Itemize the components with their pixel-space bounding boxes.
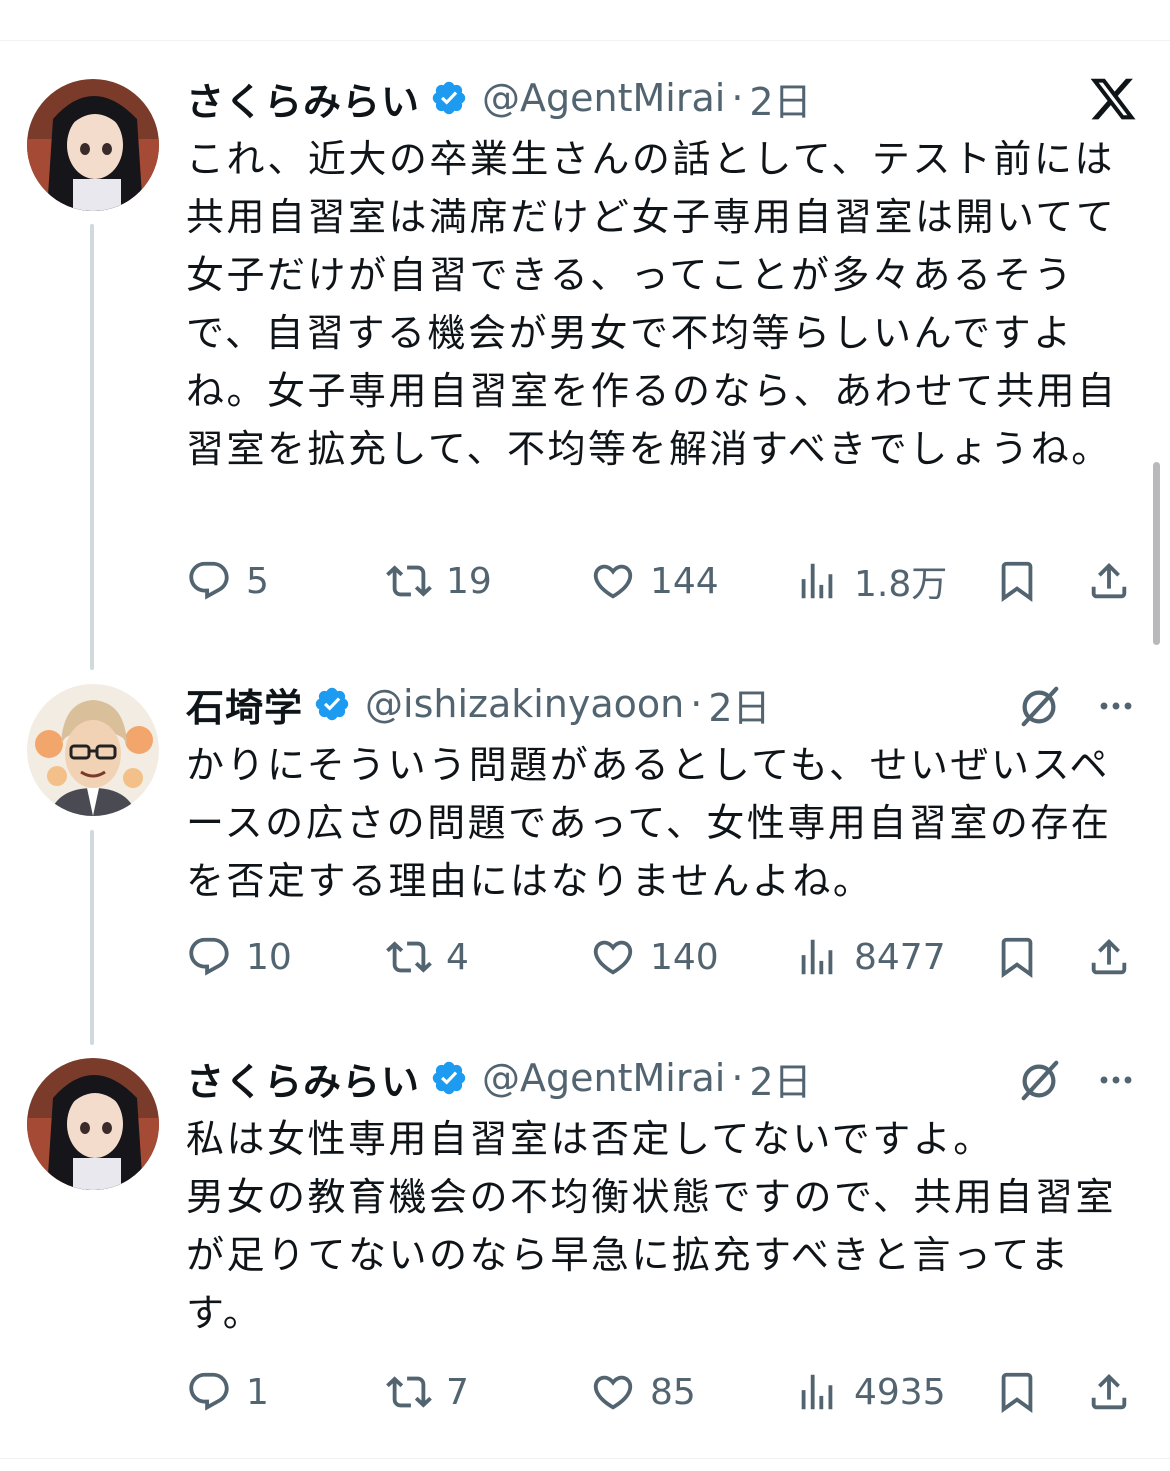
views-icon bbox=[801, 563, 833, 599]
timestamp[interactable]: 2日 bbox=[749, 1051, 811, 1106]
reply-button[interactable]: 1 bbox=[186, 1364, 269, 1420]
tweet-header: 石埼学 @ishizakinyaoon · 2日 bbox=[186, 674, 771, 734]
thread-line bbox=[90, 224, 94, 670]
more-icon[interactable] bbox=[1094, 688, 1138, 724]
retweet-icon bbox=[386, 1376, 432, 1408]
retweet-count: 7 bbox=[446, 1371, 469, 1413]
reply-count: 10 bbox=[246, 936, 292, 978]
views-count: 1.8万 bbox=[854, 564, 948, 605]
reply-count: 1 bbox=[246, 1371, 269, 1413]
thread-line bbox=[90, 830, 94, 1045]
tweet-header: さくらみらい @AgentMirai · 2日 bbox=[186, 68, 812, 128]
action-bar: 10 4 140 8477 bbox=[186, 929, 1136, 985]
bottom-divider bbox=[0, 1458, 1170, 1459]
retweet-button[interactable]: 4 bbox=[386, 929, 469, 985]
x-logo-icon bbox=[1090, 78, 1136, 120]
handle[interactable]: @AgentMirai bbox=[482, 1056, 725, 1100]
reply-icon bbox=[189, 1372, 229, 1411]
like-button[interactable]: 85 bbox=[590, 1364, 696, 1420]
scrollbar[interactable] bbox=[1153, 462, 1160, 645]
bookmark-icon bbox=[1001, 937, 1033, 978]
avatar[interactable] bbox=[27, 684, 159, 816]
tweet-text: これ、近大の卒業生さんの話として、テスト前には共用自習室は満席だけど女子専用自習… bbox=[186, 137, 1118, 471]
share-button[interactable] bbox=[1086, 929, 1132, 985]
action-bar: 1 7 85 4935 bbox=[186, 1364, 1136, 1420]
bookmark-button[interactable] bbox=[994, 553, 1040, 609]
avatar[interactable] bbox=[27, 79, 159, 211]
tweet-text: かりにそういう問題があるとしても、せいぜいスペースの広さの問題であって、女性専用… bbox=[186, 743, 1112, 903]
more-icon[interactable] bbox=[1094, 1062, 1138, 1098]
like-count: 140 bbox=[650, 936, 719, 978]
reply-icon bbox=[189, 561, 229, 600]
display-name[interactable]: さくらみらい bbox=[186, 1051, 420, 1106]
like-button[interactable]: 140 bbox=[590, 929, 719, 985]
retweet-button[interactable]: 19 bbox=[386, 553, 492, 609]
action-bar: 5 19 144 1.8万 bbox=[186, 553, 1136, 609]
grok-icon[interactable] bbox=[1016, 684, 1062, 730]
separator: · bbox=[731, 1056, 744, 1100]
tweet-header: さくらみらい @AgentMirai · 2日 bbox=[186, 1048, 812, 1108]
retweet-button[interactable]: 7 bbox=[386, 1364, 469, 1420]
views-button[interactable]: 1.8万 bbox=[794, 553, 947, 609]
reply-count: 5 bbox=[246, 560, 269, 602]
verified-badge-icon bbox=[432, 81, 466, 115]
bookmark-button[interactable] bbox=[994, 929, 1040, 985]
grok-icon[interactable] bbox=[1016, 1058, 1062, 1104]
avatar[interactable] bbox=[27, 1058, 159, 1190]
bookmark-icon bbox=[1001, 561, 1033, 602]
bookmark-icon bbox=[1001, 1372, 1033, 1413]
share-button[interactable] bbox=[1086, 553, 1132, 609]
reply-icon bbox=[189, 937, 229, 976]
retweet-count: 4 bbox=[446, 936, 469, 978]
reply-button[interactable]: 5 bbox=[186, 553, 269, 609]
handle[interactable]: @ishizakinyaoon bbox=[365, 682, 684, 726]
views-count: 8477 bbox=[854, 936, 946, 978]
views-count: 4935 bbox=[854, 1371, 946, 1413]
timestamp[interactable]: 2日 bbox=[708, 677, 770, 732]
display-name[interactable]: 石埼学 bbox=[186, 677, 303, 732]
verified-badge-icon bbox=[315, 687, 349, 721]
views-button[interactable]: 4935 bbox=[794, 1364, 946, 1420]
separator: · bbox=[731, 76, 744, 120]
retweet-icon bbox=[386, 565, 432, 597]
top-divider bbox=[0, 40, 1170, 41]
separator: · bbox=[690, 682, 703, 726]
views-icon bbox=[801, 939, 833, 975]
verified-badge-icon bbox=[432, 1061, 466, 1095]
like-count: 85 bbox=[650, 1371, 696, 1413]
tweet-text: 私は女性専用自習室は否定してないですよ。 男女の教育機会の不均衡状態ですので、共… bbox=[186, 1117, 1116, 1335]
like-button[interactable]: 144 bbox=[590, 553, 719, 609]
display-name[interactable]: さくらみらい bbox=[186, 71, 420, 126]
share-button[interactable] bbox=[1086, 1364, 1132, 1420]
views-icon bbox=[801, 1374, 833, 1410]
handle[interactable]: @AgentMirai bbox=[482, 76, 725, 120]
like-icon bbox=[593, 1375, 633, 1410]
reply-button[interactable]: 10 bbox=[186, 929, 292, 985]
share-icon bbox=[1091, 562, 1127, 599]
like-icon bbox=[593, 564, 633, 599]
like-icon bbox=[593, 940, 633, 975]
retweet-count: 19 bbox=[446, 560, 492, 602]
timestamp[interactable]: 2日 bbox=[749, 71, 811, 126]
bookmark-button[interactable] bbox=[994, 1364, 1040, 1420]
retweet-icon bbox=[386, 941, 432, 973]
like-count: 144 bbox=[650, 560, 719, 602]
share-icon bbox=[1091, 938, 1127, 975]
views-button[interactable]: 8477 bbox=[794, 929, 946, 985]
share-icon bbox=[1091, 1373, 1127, 1410]
